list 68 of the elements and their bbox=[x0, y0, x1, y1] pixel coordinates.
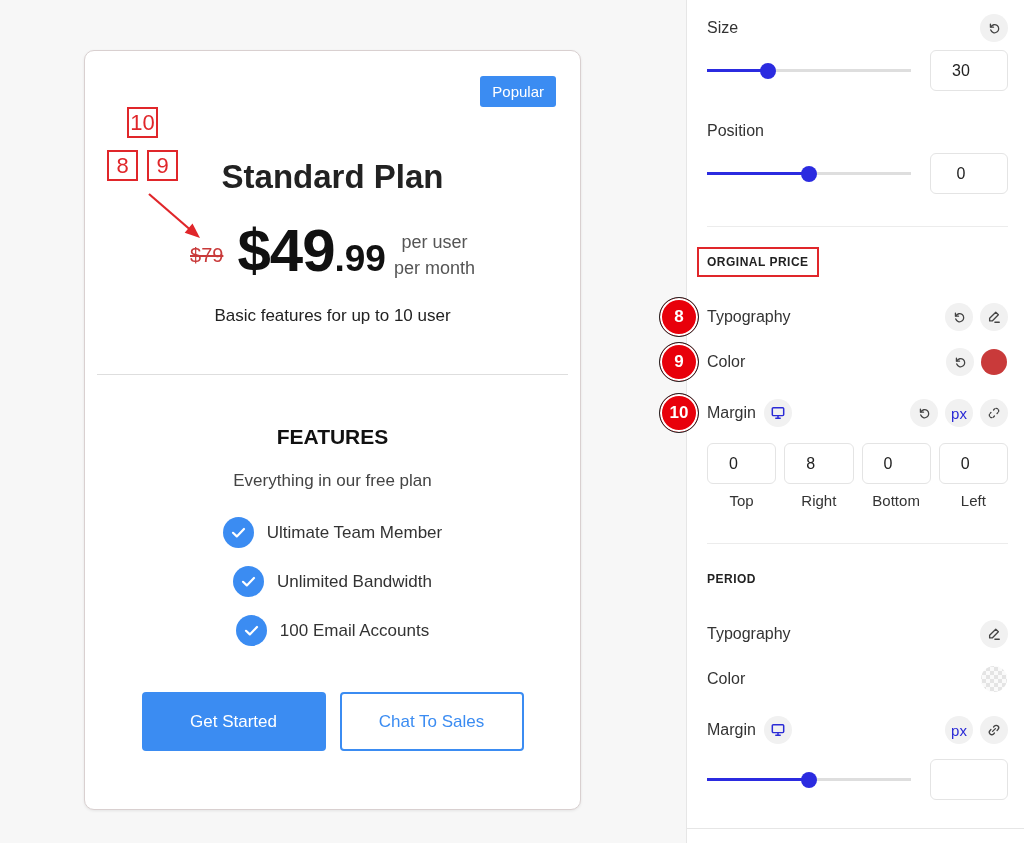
section-heading: PERIOD bbox=[707, 572, 756, 586]
control-label: Margin bbox=[707, 404, 756, 422]
number-input[interactable]: 0 bbox=[861, 443, 931, 484]
broken-link-icon bbox=[987, 406, 1001, 420]
monitor-icon bbox=[770, 723, 785, 737]
reset-button[interactable] bbox=[946, 348, 974, 376]
control-label: Color bbox=[707, 353, 746, 371]
reset-button[interactable] bbox=[910, 399, 938, 427]
plan-description: Basic features for up to 10 user bbox=[214, 305, 451, 327]
pencil-icon bbox=[987, 627, 1001, 641]
link-icon bbox=[987, 723, 1001, 737]
plan-title: Standard Plan bbox=[221, 157, 444, 197]
callout-number: 9 bbox=[147, 150, 178, 181]
edit-button[interactable] bbox=[980, 620, 1008, 648]
device-button[interactable] bbox=[763, 399, 792, 427]
number-input[interactable]: 0 bbox=[707, 443, 777, 484]
original-price: $79 bbox=[190, 243, 224, 267]
color-swatch[interactable] bbox=[981, 349, 1007, 375]
monitor-icon bbox=[770, 406, 785, 420]
link-button[interactable] bbox=[980, 716, 1008, 744]
side-label: Top bbox=[729, 492, 754, 510]
slider-thumb[interactable] bbox=[801, 165, 817, 182]
feature-text: Unlimited Bandwidth bbox=[277, 571, 432, 592]
control-label: Position bbox=[707, 122, 764, 140]
unit-button[interactable]: px bbox=[945, 399, 973, 427]
period-text: per month bbox=[393, 257, 475, 280]
section-heading: ORGINAL PRICE bbox=[707, 255, 809, 269]
reset-icon bbox=[987, 21, 1001, 35]
empty-color-swatch[interactable] bbox=[981, 666, 1007, 692]
check-icon bbox=[222, 517, 254, 548]
callout-arrow bbox=[146, 191, 202, 240]
unit-button[interactable]: px bbox=[945, 716, 973, 744]
edit-button[interactable] bbox=[980, 303, 1008, 331]
number-input[interactable] bbox=[930, 759, 1008, 800]
number-input[interactable]: 30 bbox=[930, 50, 1008, 91]
control-label: Typography bbox=[707, 308, 791, 326]
device-button[interactable] bbox=[763, 716, 792, 744]
check-icon bbox=[235, 615, 267, 646]
callout-number: 8 bbox=[107, 150, 138, 181]
control-label: Size bbox=[707, 19, 739, 37]
price-amount: $49 bbox=[237, 221, 335, 281]
reset-button[interactable] bbox=[980, 14, 1008, 42]
link-button[interactable] bbox=[980, 399, 1008, 427]
slider-thumb[interactable] bbox=[760, 62, 777, 79]
period-text: per user bbox=[401, 231, 468, 254]
reset-icon bbox=[952, 310, 966, 324]
pencil-icon bbox=[987, 310, 1001, 324]
side-label: Bottom bbox=[872, 492, 920, 510]
slider-thumb[interactable] bbox=[801, 771, 817, 788]
callout-number: 10 bbox=[127, 107, 158, 138]
reset-button[interactable] bbox=[945, 303, 973, 331]
feature-text: 100 Email Accounts bbox=[279, 620, 430, 641]
side-label: Right bbox=[801, 492, 837, 510]
reset-icon bbox=[953, 355, 967, 369]
control-label: Margin bbox=[707, 721, 756, 739]
popular-badge: Popular bbox=[480, 76, 556, 107]
feature-text: Ultimate Team Member bbox=[266, 522, 443, 543]
number-input[interactable]: 0 bbox=[938, 443, 1008, 484]
number-input[interactable]: 0 bbox=[930, 153, 1008, 194]
control-label: Color bbox=[707, 670, 746, 688]
check-icon bbox=[233, 566, 264, 597]
reset-icon bbox=[917, 406, 931, 420]
number-input[interactable]: 8 bbox=[784, 443, 854, 484]
price-cents: .99 bbox=[334, 237, 386, 281]
features-subtitle: Everything in our free plan bbox=[233, 470, 432, 492]
features-heading: FEATURES bbox=[276, 424, 389, 450]
side-label: Left bbox=[960, 492, 986, 510]
control-label: Typography bbox=[707, 625, 791, 643]
